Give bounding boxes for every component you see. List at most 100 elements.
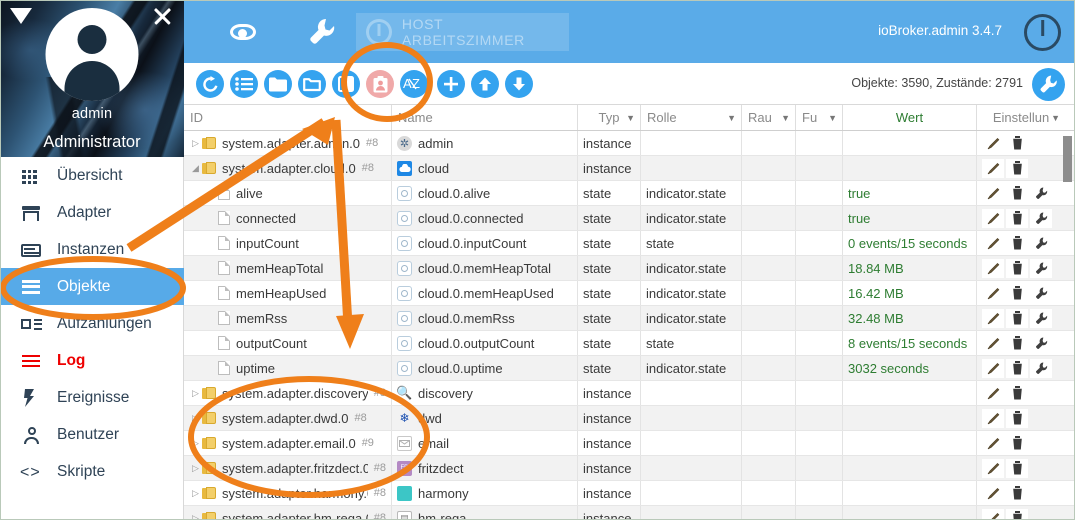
cell-id[interactable]: ◢ system.adapter.cloud.0 #8 bbox=[184, 156, 392, 180]
collapse-all-button[interactable] bbox=[298, 70, 326, 98]
table-row[interactable]: alive cloud.0.alive state indicator.state tr… bbox=[184, 181, 1075, 206]
vertical-scrollbar[interactable] bbox=[1063, 106, 1072, 518]
cell-name[interactable]: cloud bbox=[392, 156, 578, 180]
cell-name[interactable]: cloud.0.memRss bbox=[392, 306, 578, 330]
table-row[interactable]: memHeapTotal cloud.0.memHeapTotal state ind… bbox=[184, 256, 1075, 281]
table-row[interactable]: ▷ system.adapter.harmony.0 #8 harmony instan… bbox=[184, 481, 1075, 506]
row-expander[interactable]: ▷ bbox=[189, 463, 202, 474]
delete-button[interactable] bbox=[1006, 433, 1028, 453]
table-row[interactable]: uptime cloud.0.uptime state indicator.state… bbox=[184, 356, 1075, 381]
cell-name[interactable]: ✲ admin bbox=[392, 131, 578, 155]
wrench-button[interactable] bbox=[1030, 258, 1052, 278]
row-expander[interactable]: ▷ bbox=[189, 488, 202, 499]
column-header-einstellungen[interactable]: Einstellun ▼ bbox=[977, 105, 1065, 130]
edit-button[interactable] bbox=[982, 133, 1004, 153]
edit-button[interactable] bbox=[982, 283, 1004, 303]
table-row[interactable]: ▷ system.adapter.hm-rega.0 #8 ▤ hm-rega insta… bbox=[184, 506, 1075, 520]
cell-id[interactable]: inputCount bbox=[184, 231, 392, 255]
delete-button[interactable] bbox=[1006, 283, 1028, 303]
settings-button[interactable] bbox=[1032, 68, 1065, 101]
edit-button[interactable] bbox=[982, 233, 1004, 253]
sidebar-item-objekte[interactable]: Objekte bbox=[0, 268, 184, 305]
edit-button[interactable] bbox=[982, 433, 1004, 453]
edit-button[interactable] bbox=[982, 258, 1004, 278]
cell-name[interactable]: harmony bbox=[392, 481, 578, 505]
edit-button[interactable] bbox=[982, 358, 1004, 378]
cell-id[interactable]: ▷ system.adapter.hm-rega.0 #8 bbox=[184, 506, 392, 520]
edit-button[interactable] bbox=[982, 383, 1004, 403]
delete-button[interactable] bbox=[1006, 158, 1028, 178]
columns-button[interactable] bbox=[332, 70, 360, 98]
edit-button[interactable] bbox=[982, 483, 1004, 503]
power-icon[interactable] bbox=[1024, 14, 1061, 51]
delete-button[interactable] bbox=[1006, 383, 1028, 403]
column-header-rolle[interactable]: Rolle ▼ bbox=[641, 105, 742, 130]
column-header-name[interactable]: Name bbox=[392, 105, 578, 130]
cell-id[interactable]: ▷ system.adapter.discovery.0 #8 bbox=[184, 381, 392, 405]
row-expander[interactable]: ▷ bbox=[189, 513, 202, 520]
cell-id[interactable]: ▷ system.adapter.admin.0 #8 bbox=[184, 131, 392, 155]
sidebar-item-uebersicht[interactable]: Übersicht bbox=[0, 157, 184, 194]
edit-button[interactable] bbox=[982, 458, 1004, 478]
cell-id[interactable]: ▷ system.adapter.dwd.0 #8 bbox=[184, 406, 392, 430]
edit-button[interactable] bbox=[982, 408, 1004, 428]
cell-id[interactable]: memRss bbox=[184, 306, 392, 330]
cell-id[interactable]: memHeapUsed bbox=[184, 281, 392, 305]
cell-name[interactable]: cloud.0.uptime bbox=[392, 356, 578, 380]
cell-name[interactable]: cloud.0.alive bbox=[392, 181, 578, 205]
table-row[interactable]: inputCount cloud.0.inputCount state state 0 … bbox=[184, 231, 1075, 256]
row-expander[interactable]: ▷ bbox=[189, 138, 202, 149]
add-object-button[interactable] bbox=[437, 70, 465, 98]
row-expander[interactable]: ▷ bbox=[189, 388, 202, 399]
table-row[interactable]: ▷ system.adapter.admin.0 #8 ✲ admin instance bbox=[184, 131, 1075, 156]
cell-name[interactable]: cloud.0.memHeapUsed bbox=[392, 281, 578, 305]
delete-button[interactable] bbox=[1006, 408, 1028, 428]
sidebar-item-log[interactable]: Log bbox=[0, 342, 184, 379]
table-row[interactable]: ◢ system.adapter.cloud.0 #8 cloud instance bbox=[184, 156, 1075, 181]
row-expander[interactable]: ◢ bbox=[189, 163, 202, 174]
delete-button[interactable] bbox=[1006, 358, 1028, 378]
import-button[interactable] bbox=[471, 70, 499, 98]
delete-button[interactable] bbox=[1006, 483, 1028, 503]
filter-caret-icon[interactable]: ▼ bbox=[626, 113, 635, 123]
cell-id[interactable]: ▷ system.adapter.email.0 #9 bbox=[184, 431, 392, 455]
wrench-button[interactable] bbox=[1030, 333, 1052, 353]
cell-id[interactable]: ▷ system.adapter.fritzdect.0 #8 bbox=[184, 456, 392, 480]
delete-button[interactable] bbox=[1006, 508, 1028, 520]
delete-button[interactable] bbox=[1006, 458, 1028, 478]
table-row[interactable]: ▷ system.adapter.email.0 #9 email instance bbox=[184, 431, 1075, 456]
filter-caret-icon[interactable]: ▼ bbox=[781, 113, 790, 123]
host-selector-button[interactable]: HOST ARBEITSZIMMER bbox=[356, 13, 569, 51]
edit-button[interactable] bbox=[982, 158, 1004, 178]
row-expander[interactable]: ▷ bbox=[189, 413, 202, 424]
wrench-button[interactable] bbox=[1030, 233, 1052, 253]
cell-name[interactable]: cloud.0.memHeapTotal bbox=[392, 256, 578, 280]
row-expander[interactable]: ▷ bbox=[189, 438, 202, 449]
cell-id[interactable]: outputCount bbox=[184, 331, 392, 355]
sidebar-item-ereignisse[interactable]: Ereignisse bbox=[0, 379, 184, 416]
delete-button[interactable] bbox=[1006, 308, 1028, 328]
delete-button[interactable] bbox=[1006, 233, 1028, 253]
delete-button[interactable] bbox=[1006, 133, 1028, 153]
table-row[interactable]: ▷ system.adapter.discovery.0 #8 🔍 discovery i… bbox=[184, 381, 1075, 406]
sidebar-item-aufzaehlungen[interactable]: Aufzählungen bbox=[0, 305, 184, 342]
filter-caret-icon[interactable]: ▼ bbox=[727, 113, 736, 123]
export-button[interactable] bbox=[505, 70, 533, 98]
scrollbar-thumb[interactable] bbox=[1063, 136, 1072, 182]
wrench-button[interactable] bbox=[1030, 183, 1052, 203]
edit-button[interactable] bbox=[982, 208, 1004, 228]
edit-button[interactable] bbox=[982, 308, 1004, 328]
sort-az-button[interactable]: A Z bbox=[400, 70, 428, 98]
cell-name[interactable]: cloud.0.outputCount bbox=[392, 331, 578, 355]
table-row[interactable]: ▷ system.adapter.fritzdect.0 #8 FD fritzdect… bbox=[184, 456, 1075, 481]
sidebar-item-benutzer[interactable]: Benutzer bbox=[0, 416, 184, 453]
edit-button[interactable] bbox=[982, 508, 1004, 520]
delete-button[interactable] bbox=[1006, 208, 1028, 228]
edit-button[interactable] bbox=[982, 183, 1004, 203]
expand-all-button[interactable] bbox=[264, 70, 292, 98]
filter-custom-button[interactable] bbox=[366, 70, 394, 98]
column-header-wert[interactable]: Wert bbox=[843, 105, 977, 130]
table-row[interactable]: memRss cloud.0.memRss state indicator.state… bbox=[184, 306, 1075, 331]
cell-name[interactable]: FD fritzdect bbox=[392, 456, 578, 480]
eye-icon[interactable] bbox=[226, 21, 260, 43]
